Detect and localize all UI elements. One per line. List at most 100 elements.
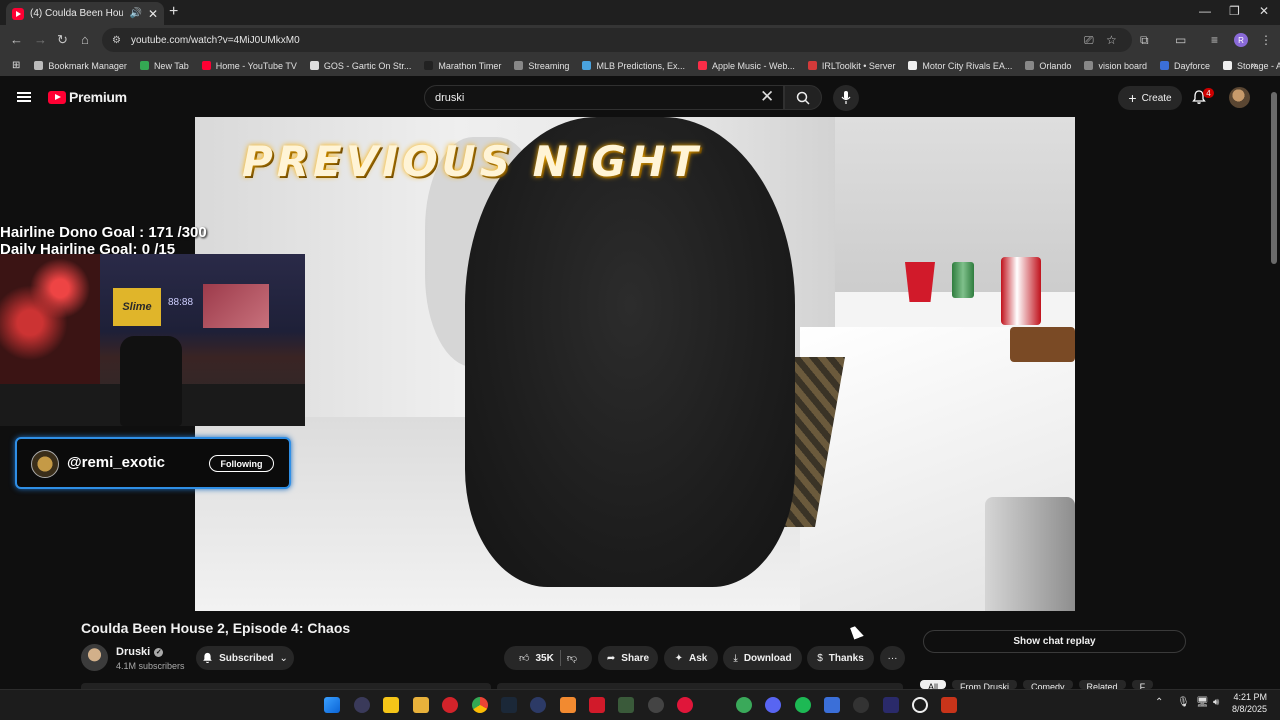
blue-app-icon[interactable]: [824, 697, 840, 713]
windows-start-icon[interactable]: [324, 697, 340, 713]
steam-icon[interactable]: [501, 697, 517, 713]
share-label: Share: [621, 652, 650, 664]
hamburger-menu-icon[interactable]: [17, 92, 31, 102]
search-button[interactable]: [784, 85, 822, 110]
clear-search-icon[interactable]: ✕: [760, 88, 774, 105]
bookmark-star-icon[interactable]: ☆: [1106, 33, 1117, 47]
filter-chip[interactable]: From Druski: [952, 680, 1018, 689]
tab-audio-icon[interactable]: 🔊: [129, 8, 141, 19]
voice-search-button[interactable]: [833, 85, 859, 111]
streamlabs-icon[interactable]: [677, 697, 693, 713]
bookmark-item[interactable]: Apple Music - Web...: [698, 61, 795, 71]
bookmark-item[interactable]: Bookmark Manager: [34, 61, 127, 71]
spotify-icon[interactable]: [795, 697, 811, 713]
bookmark-item[interactable]: Streaming: [514, 61, 569, 71]
bookmark-item[interactable]: vision board: [1084, 61, 1147, 71]
bookmark-item[interactable]: Home - YouTube TV: [201, 61, 297, 71]
restore-button[interactable]: ❐: [1229, 4, 1240, 18]
browser-tab-active[interactable]: (4) Coulda Been House 2, E 🔊 ✕: [6, 2, 164, 25]
opera-gx-icon[interactable]: [442, 697, 458, 713]
bookmark-item[interactable]: IRLToolkit • Server: [807, 61, 895, 71]
menu-dots-icon[interactable]: ⋮: [1260, 33, 1272, 47]
forward-arrow-icon[interactable]: →: [34, 32, 47, 47]
vlc-icon[interactable]: [560, 697, 576, 713]
share-button[interactable]: ➦ Share: [598, 646, 658, 670]
create-button[interactable]: + Create: [1118, 86, 1182, 110]
tab-title: (4) Coulda Been House 2, E: [30, 8, 124, 19]
filter-chip[interactable]: F: [1131, 680, 1154, 689]
red-app-icon[interactable]: [589, 697, 605, 713]
channel-avatar[interactable]: [81, 644, 108, 671]
reload-icon[interactable]: ↻: [57, 32, 68, 48]
more-bookmarks-icon[interactable]: »: [1251, 60, 1257, 71]
bookmark-favicon-icon: [139, 61, 149, 70]
thumbs-down-icon[interactable]: 👎︎: [567, 652, 577, 664]
tray-chevron-icon[interactable]: ⌃: [1155, 697, 1163, 708]
profile-avatar[interactable]: R: [1234, 33, 1248, 47]
taskbar-clock[interactable]: 4:21 PM 8/8/2025: [1232, 691, 1267, 715]
bookmark-item[interactable]: GOS - Gartic On Str...: [309, 61, 411, 71]
bookmark-item[interactable]: New Tab: [139, 61, 189, 71]
follower-avatar: [31, 450, 59, 478]
new-tab-button[interactable]: +: [169, 3, 178, 21]
download-button[interactable]: ⤓ Download: [723, 646, 802, 670]
search-taskbar-icon[interactable]: [354, 697, 370, 713]
bookmark-item[interactable]: Dayforce: [1159, 61, 1210, 71]
cam-poster: [203, 284, 269, 328]
subscribed-button[interactable]: Subscribed ⌄: [196, 646, 294, 670]
app-taskbar-icon[interactable]: [530, 697, 546, 713]
install-app-icon[interactable]: ⎚: [1084, 33, 1094, 48]
bookmarks-list: Bookmark Manager New Tab Home - YouTube TV…: [34, 61, 1280, 71]
tray-mic-icon[interactable]: 🎙︎: [1177, 697, 1190, 708]
tray-network-icon[interactable]: 🖥︎: [1196, 697, 1209, 708]
video-player[interactable]: [195, 117, 1075, 611]
youtube-brand[interactable]: Premium: [69, 89, 127, 105]
youtube-favicon-icon: [12, 7, 24, 20]
like-button[interactable]: 👍︎ 35K: [519, 652, 554, 665]
side-panel-icon[interactable]: ▭: [1175, 33, 1186, 47]
more-horizontal-icon: ···: [887, 652, 898, 664]
video-frame-trash-can: [985, 497, 1075, 611]
account-avatar[interactable]: [1229, 87, 1250, 108]
thanks-button[interactable]: $ Thanks: [807, 646, 874, 670]
channel-name[interactable]: Druski: [116, 646, 150, 658]
chrome-icon[interactable]: [472, 697, 488, 713]
tab-close-icon[interactable]: ✕: [148, 7, 158, 21]
extensions-icon[interactable]: ⧉: [1140, 33, 1149, 48]
show-chat-replay-button[interactable]: Show chat replay: [923, 630, 1186, 653]
4k-downloader-icon[interactable]: [853, 697, 869, 713]
page-scrollbar[interactable]: [1271, 92, 1277, 264]
ask-button[interactable]: ✦ Ask: [664, 646, 718, 670]
xbox-icon[interactable]: [736, 697, 752, 713]
discord-icon[interactable]: [765, 697, 781, 713]
apps-grid-icon[interactable]: ⊞: [12, 60, 20, 71]
address-bar[interactable]: ⚙ youtube.com/watch?v=4MiJ0UMkxM0: [102, 28, 1132, 52]
media-controls-icon[interactable]: ≡: [1211, 33, 1218, 47]
bookmark-item[interactable]: MLB Predictions, Ex...: [582, 61, 685, 71]
chevron-down-icon: ⌄: [279, 652, 288, 664]
bookmark-item[interactable]: Orlando: [1025, 61, 1071, 71]
filter-chip[interactable]: Related: [1078, 680, 1126, 689]
filter-chip[interactable]: All: [920, 680, 947, 689]
ask-label: Ask: [689, 652, 708, 664]
minimize-button[interactable]: —: [1199, 4, 1211, 18]
youtube-logo-icon[interactable]: [48, 91, 66, 104]
obs-icon[interactable]: [648, 697, 664, 713]
sticky-notes-icon[interactable]: [383, 697, 399, 713]
file-explorer-icon[interactable]: [413, 697, 429, 713]
tray-volume-icon[interactable]: 🔊︎: [1213, 697, 1219, 708]
more-actions-button[interactable]: ···: [880, 646, 905, 670]
filter-chip[interactable]: Comedy: [1023, 680, 1073, 689]
loading-app-icon[interactable]: [912, 697, 928, 713]
bookmark-item[interactable]: Marathon Timer: [424, 61, 501, 71]
channel-name-row[interactable]: Druski ✓: [116, 646, 164, 658]
home-icon[interactable]: ⌂: [81, 32, 89, 47]
search-input[interactable]: druski: [424, 85, 784, 110]
nzxt-icon[interactable]: [883, 697, 899, 713]
xbox-app-icon[interactable]: [618, 697, 634, 713]
bookmark-item[interactable]: Motor City Rivals EA...: [908, 61, 1012, 71]
close-window-button[interactable]: ✕: [1259, 4, 1269, 18]
game-app-icon[interactable]: [941, 697, 957, 713]
back-arrow-icon[interactable]: ←: [10, 32, 23, 47]
site-info-icon[interactable]: ⚙: [112, 35, 121, 46]
